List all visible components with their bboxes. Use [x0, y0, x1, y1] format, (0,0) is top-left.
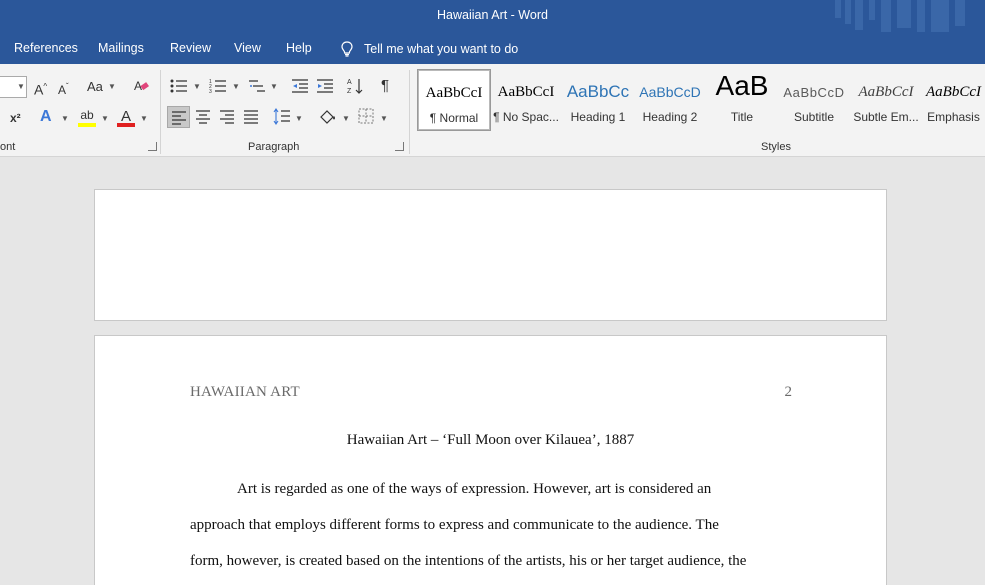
- show-formatting-marks-icon[interactable]: ¶: [381, 78, 389, 94]
- numbering-icon[interactable]: 1 2 3: [209, 78, 227, 94]
- paragraph-group-label: Paragraph: [248, 141, 300, 153]
- clear-formatting-icon[interactable]: A: [133, 78, 149, 94]
- shading-icon[interactable]: [318, 108, 336, 126]
- paragraph-dialog-launcher-icon[interactable]: [395, 142, 404, 151]
- align-right-icon[interactable]: [219, 109, 235, 124]
- paragraph-line: approach that employs different forms to…: [190, 517, 719, 533]
- document-page-2[interactable]: HAWAIIAN ART 2 Hawaiian Art – ‘Full Moon…: [94, 335, 887, 585]
- style-sample: AaBbCcI: [497, 84, 555, 100]
- svg-text:Z: Z: [347, 88, 352, 95]
- font-color-icon[interactable]: A: [117, 108, 135, 128]
- style-name: Heading 2: [642, 110, 698, 124]
- highlight-icon[interactable]: ab: [78, 108, 96, 128]
- style-sample: AaB: [715, 70, 769, 101]
- styles-group-label: Styles: [761, 141, 791, 153]
- page-number: 2: [784, 384, 793, 400]
- justify-icon[interactable]: [243, 109, 259, 124]
- chevron-down-icon[interactable]: ▼: [380, 114, 388, 123]
- ribbon: ▼ A^ Aˇ Aa ▼ A x² A ▼ ab ▼ A ▼ ont ▼ 1 2…: [0, 64, 985, 157]
- group-divider: [409, 70, 410, 154]
- multilevel-list-icon[interactable]: [248, 78, 266, 94]
- tab-review[interactable]: Review: [170, 41, 211, 55]
- style-subtitle[interactable]: AaBbCcD Subtitle: [778, 70, 850, 130]
- style-name: ¶ Normal: [429, 111, 479, 125]
- style-heading-1[interactable]: AaBbCc Heading 1: [562, 70, 634, 130]
- text-effects-icon[interactable]: A: [40, 109, 52, 125]
- font-group-label: ont: [0, 141, 16, 153]
- ribbon-tabs: References Mailings Review View Help Tel…: [0, 32, 985, 64]
- tell-me-search[interactable]: Tell me what you want to do: [340, 41, 518, 57]
- chevron-down-icon[interactable]: ▼: [108, 82, 116, 91]
- style-sample: AaBbCcI: [926, 84, 981, 100]
- style-name: ¶ No Spac...: [493, 110, 559, 124]
- style-subtle-emphasis[interactable]: AaBbCcI Subtle Em...: [850, 70, 922, 130]
- group-divider: [160, 70, 161, 154]
- chevron-down-icon[interactable]: ▼: [193, 82, 201, 91]
- shrink-font-icon[interactable]: Aˇ: [58, 79, 69, 98]
- lightbulb-icon: [341, 41, 353, 57]
- style-heading-2[interactable]: AaBbCcD Heading 2: [634, 70, 706, 130]
- chevron-down-icon[interactable]: ▼: [101, 114, 109, 123]
- chevron-down-icon[interactable]: ▼: [61, 114, 69, 123]
- style-sample: AaBbCcD: [639, 84, 701, 100]
- tab-references[interactable]: References: [14, 41, 78, 55]
- tell-me-label: Tell me what you want to do: [364, 42, 519, 56]
- style-name: Subtitle: [793, 110, 835, 124]
- decrease-indent-icon[interactable]: [291, 78, 309, 94]
- change-case-icon[interactable]: Aa: [87, 79, 103, 95]
- chevron-down-icon[interactable]: ▼: [232, 82, 240, 91]
- style-normal[interactable]: AaBbCcI ¶ Normal: [417, 69, 491, 131]
- chevron-down-icon[interactable]: ▼: [140, 114, 148, 123]
- chevron-down-icon[interactable]: ▼: [270, 82, 278, 91]
- style-name: Title: [730, 110, 754, 124]
- chevron-down-icon[interactable]: ▼: [295, 114, 303, 123]
- style-name: Heading 1: [570, 110, 626, 124]
- svg-text:A: A: [347, 79, 352, 86]
- document-page-1[interactable]: [94, 189, 887, 321]
- align-left-icon: [172, 111, 186, 125]
- tab-help[interactable]: Help: [286, 41, 312, 55]
- title-bar: Hawaiian Art - Word: [0, 0, 985, 32]
- style-sample: AaBbCcI: [858, 84, 914, 100]
- chevron-down-icon[interactable]: ▼: [17, 82, 25, 91]
- style-name: Emphasis: [927, 110, 980, 124]
- tab-mailings[interactable]: Mailings: [98, 41, 144, 55]
- running-header: HAWAIIAN ART: [190, 384, 300, 400]
- chevron-down-icon[interactable]: ▼: [342, 114, 350, 123]
- style-name: Subtle Em...: [853, 110, 919, 124]
- svg-text:3: 3: [209, 89, 212, 94]
- sort-icon[interactable]: A Z: [347, 77, 365, 95]
- style-sample: AaBbCc: [566, 82, 630, 101]
- style-title[interactable]: AaB Title: [706, 70, 778, 130]
- tab-view[interactable]: View: [234, 41, 261, 55]
- style-sample: AaBbCcI: [425, 85, 483, 101]
- style-sample: AaBbCcD: [783, 85, 845, 100]
- increase-indent-icon[interactable]: [316, 78, 334, 94]
- paragraph-line: form, however, is created based on the i…: [190, 553, 747, 569]
- line-spacing-icon[interactable]: [273, 108, 291, 125]
- document-title: Hawaiian Art – ‘Full Moon over Kilauea’,…: [346, 432, 635, 448]
- paragraph-line: Art is regarded as one of the ways of ex…: [237, 481, 712, 497]
- borders-icon[interactable]: [358, 108, 374, 124]
- font-dialog-launcher-icon[interactable]: [148, 142, 157, 151]
- title-bar-decoration: [835, 0, 985, 32]
- align-center-icon[interactable]: [195, 109, 211, 124]
- superscript-icon[interactable]: x²: [10, 110, 21, 126]
- align-left-button[interactable]: [167, 106, 190, 128]
- bullets-icon[interactable]: [170, 78, 188, 94]
- grow-font-icon[interactable]: A^: [34, 79, 47, 98]
- style-emphasis[interactable]: AaBbCcI Emphasis: [922, 70, 985, 130]
- style-no-spacing[interactable]: AaBbCcI ¶ No Spac...: [490, 70, 562, 130]
